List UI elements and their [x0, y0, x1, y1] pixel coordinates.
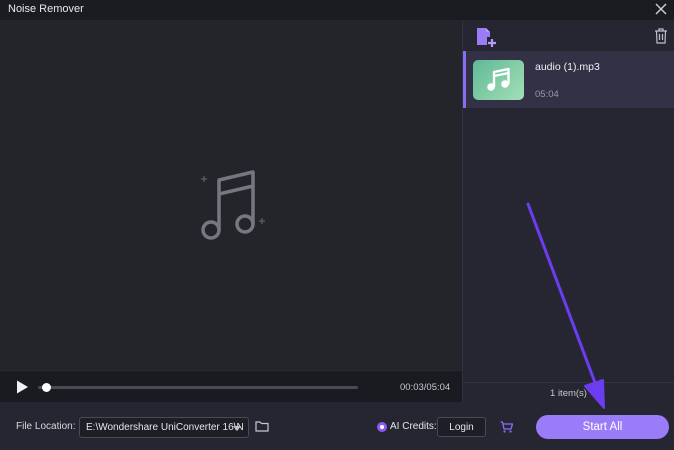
music-note-icon	[201, 170, 265, 240]
seek-slider[interactable]	[38, 383, 358, 392]
trash-icon[interactable]	[654, 28, 668, 44]
file-name: audio (1).mp3	[535, 61, 600, 73]
file-location-label: File Location:	[16, 421, 76, 432]
window-title: Noise Remover	[8, 3, 84, 15]
file-list-item[interactable]: audio (1).mp3 05:04	[463, 51, 674, 108]
playback-time: 00:03/05:04	[400, 382, 451, 393]
login-button[interactable]: Login	[437, 417, 486, 437]
play-icon[interactable]	[14, 379, 30, 395]
add-file-icon[interactable]	[475, 26, 497, 48]
preview-area	[0, 20, 462, 370]
file-thumbnail	[473, 60, 524, 100]
title-bar: Noise Remover	[0, 0, 674, 20]
music-note-icon	[487, 67, 510, 91]
file-location-select[interactable]: E:\Wondershare UniConverter 16\N	[79, 417, 249, 438]
bottom-bar: File Location: E:\Wondershare UniConvert…	[0, 402, 674, 450]
file-duration: 05:04	[535, 89, 559, 100]
item-count: 1 item(s)	[550, 388, 587, 399]
chevron-down-icon	[233, 426, 241, 431]
close-button[interactable]	[652, 0, 670, 18]
file-location-value: E:\Wondershare UniConverter 16\N	[86, 422, 244, 433]
player-bar: 00:03/05:04	[0, 370, 462, 402]
ai-credits-icon	[377, 422, 387, 432]
seek-thumb[interactable]	[42, 383, 52, 392]
start-all-button[interactable]: Start All	[536, 415, 669, 439]
file-list-panel: audio (1).mp3 05:04 1 item(s)	[462, 20, 674, 402]
close-icon	[655, 3, 667, 15]
folder-icon[interactable]	[255, 420, 269, 432]
item-count-bar: 1 item(s)	[463, 382, 674, 402]
cart-icon[interactable]	[500, 421, 513, 433]
ai-credits-label: AI Credits:	[390, 421, 437, 432]
